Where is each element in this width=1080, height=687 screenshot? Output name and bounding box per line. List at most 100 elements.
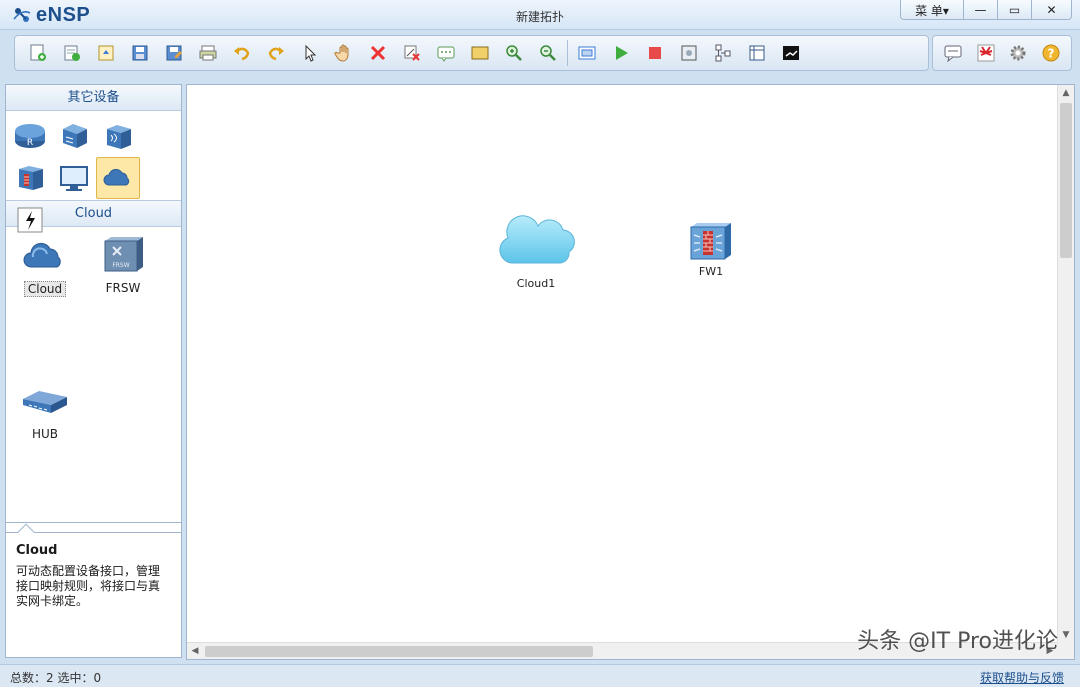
open-button[interactable]: [89, 38, 123, 68]
status-bar: 总数：2 选中：0 获取帮助与反馈: [0, 664, 1080, 687]
help-button[interactable]: ?: [1035, 38, 1068, 68]
device-item-cloud[interactable]: Cloud: [6, 231, 84, 306]
cloud-icon: [499, 215, 575, 264]
new-topology-icon: [30, 44, 46, 61]
minimize-button[interactable]: —: [963, 0, 997, 19]
title-bar: eNSP 新建拓扑 菜 单▾ — ▭ ✕: [0, 0, 1080, 30]
settings-button[interactable]: [1002, 38, 1035, 68]
description-pointer: [17, 523, 35, 541]
start-device-icon: [616, 46, 628, 60]
topology-button[interactable]: [706, 38, 740, 68]
save-button[interactable]: [123, 38, 157, 68]
redo-button[interactable]: [259, 38, 293, 68]
device-description: Cloud 可动态配置设备接口，管理接口映射规则，将接口与真实网卡绑定。: [6, 523, 181, 657]
scroll-down-arrow[interactable]: ▼: [1058, 627, 1074, 643]
stop-device-button[interactable]: [638, 38, 672, 68]
scrollbar-corner: [1057, 642, 1074, 659]
device-wireless[interactable]: [96, 115, 140, 157]
vertical-scrollbar[interactable]: ▲ ▼: [1057, 85, 1074, 643]
delete-link-button[interactable]: [395, 38, 429, 68]
select-pointer-icon: [305, 44, 317, 62]
grid-icon: [749, 45, 765, 61]
wireless-icon: [107, 125, 131, 149]
huawei-button[interactable]: [970, 38, 1003, 68]
zoom-in-button[interactable]: [497, 38, 531, 68]
device-list: Cloud FRSW FRSW HUB: [6, 227, 181, 523]
close-button[interactable]: ✕: [1031, 0, 1071, 19]
cloud-icon: [103, 168, 130, 186]
text-button[interactable]: [429, 38, 463, 68]
device-pc[interactable]: [52, 157, 96, 199]
device-item-label: Cloud: [23, 281, 67, 297]
description-text: 可动态配置设备接口，管理接口映射规则，将接口与真实网卡绑定。: [16, 564, 161, 608]
zoom-out-icon: [540, 45, 556, 61]
help-feedback-link[interactable]: 获取帮助与反馈: [980, 669, 1064, 686]
new-lab-button[interactable]: [55, 38, 89, 68]
main-toolbar: [14, 35, 929, 71]
console-button[interactable]: [774, 38, 808, 68]
vertical-scroll-thumb[interactable]: [1060, 103, 1072, 258]
chat-button[interactable]: [937, 38, 970, 68]
device-item-hub[interactable]: HUB: [6, 377, 84, 452]
scroll-left-arrow[interactable]: ◀: [187, 643, 203, 660]
undo-button[interactable]: [225, 38, 259, 68]
description-title: Cloud: [16, 543, 58, 558]
pan-button[interactable]: [327, 38, 361, 68]
toolbar-divider: [567, 40, 568, 66]
hub-icon: [23, 390, 67, 413]
delete-button[interactable]: [361, 38, 395, 68]
firewall-icon: [690, 223, 731, 260]
zoom-out-button[interactable]: [531, 38, 565, 68]
text-annotation-icon: [437, 46, 455, 62]
router-icon: R: [15, 124, 45, 148]
save-as-button[interactable]: [157, 38, 191, 68]
open-icon: [98, 45, 114, 61]
pc-icon: [60, 166, 88, 191]
status-counts: 总数：2 选中：0: [10, 671, 102, 685]
zoom-in-icon: [506, 45, 522, 61]
select-button[interactable]: [293, 38, 327, 68]
save-as-icon: [166, 45, 182, 61]
huawei-icon: [977, 44, 995, 62]
start-device-button[interactable]: [604, 38, 638, 68]
stop-device-icon: [649, 47, 661, 59]
print-button[interactable]: [191, 38, 225, 68]
redo-icon: [268, 47, 284, 61]
watermark-text: 头条 @IT Pro进化论: [857, 629, 1058, 654]
firewall-icon: [19, 166, 43, 190]
node-fw1[interactable]: FW1: [689, 221, 733, 278]
horizontal-scroll-thumb[interactable]: [205, 646, 593, 657]
fit-view-button[interactable]: [570, 38, 604, 68]
grid-button[interactable]: [740, 38, 774, 68]
device-firewall[interactable]: [8, 157, 52, 199]
node-label: FW1: [698, 265, 724, 278]
topology-canvas[interactable]: Cloud1 FW1 ▲ ▼ ◀ ▶: [186, 84, 1075, 660]
new-topology-button[interactable]: [21, 38, 55, 68]
hand-pan-icon: [334, 44, 349, 62]
capture-icon: [681, 45, 697, 61]
device-switch[interactable]: [52, 115, 96, 157]
device-cloud[interactable]: [96, 157, 140, 199]
rectangle-icon: [471, 46, 489, 60]
maximize-button[interactable]: ▭: [997, 0, 1031, 19]
device-category-grid: R: [6, 111, 181, 233]
rectangle-button[interactable]: [463, 38, 497, 68]
delete-link-icon: [404, 45, 420, 61]
menu-button[interactable]: 菜 单▾: [901, 0, 963, 19]
chat-icon: [944, 45, 962, 63]
window-controls: 菜 单▾ — ▭ ✕: [900, 0, 1072, 20]
node-cloud1[interactable]: Cloud1: [494, 209, 578, 290]
device-router[interactable]: R: [8, 115, 52, 157]
new-lab-icon: [64, 45, 80, 61]
device-item-frsw[interactable]: FRSW FRSW: [84, 231, 162, 306]
save-icon: [132, 45, 148, 61]
svg-text:?: ?: [1047, 47, 1054, 61]
undo-icon: [234, 47, 250, 61]
scroll-up-arrow[interactable]: ▲: [1058, 85, 1074, 101]
print-icon: [199, 45, 217, 61]
frsw-icon: FRSW: [104, 237, 143, 272]
capture-button[interactable]: [672, 38, 706, 68]
device-category-header: 其它设备: [6, 85, 181, 111]
cloud-icon: [23, 242, 61, 268]
svg-text:R: R: [27, 138, 33, 148]
